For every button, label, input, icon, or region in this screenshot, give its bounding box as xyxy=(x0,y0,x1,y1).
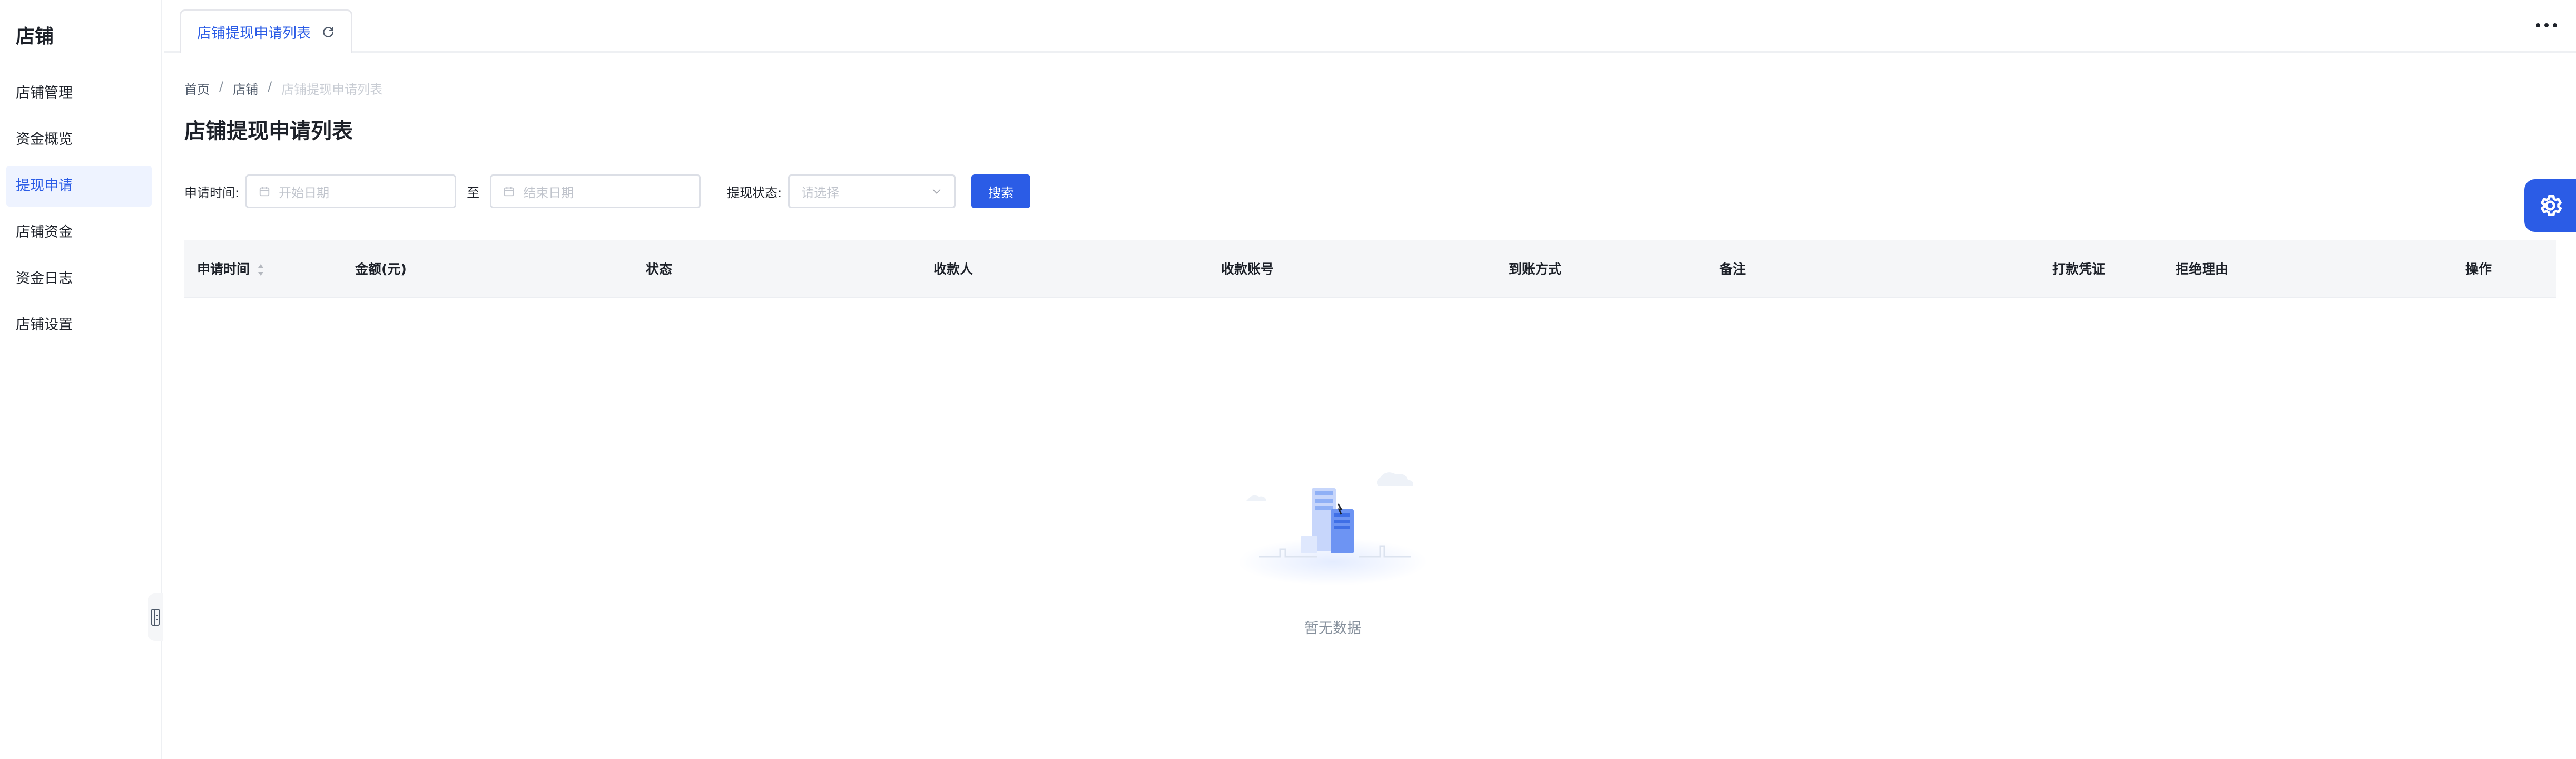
search-button[interactable]: 搜索 xyxy=(971,174,1031,208)
sidebar-item-shop-funds[interactable]: 店铺资金 xyxy=(6,212,152,253)
calendar-icon xyxy=(259,187,270,197)
sort-icon[interactable] xyxy=(257,263,264,277)
column-header-label: 申请时间 xyxy=(197,261,250,277)
tab-withdraw-list[interactable]: 店铺提现申请列表 xyxy=(180,9,352,53)
date-range-separator: 至 xyxy=(467,185,480,200)
sidebar-item-shop-settings[interactable]: 店铺设置 xyxy=(6,305,152,346)
breadcrumb-home[interactable]: 首页 xyxy=(184,79,210,98)
sidebar-collapse-toggle[interactable] xyxy=(148,593,163,641)
sidebar-menu: 店铺管理 资金概览 提现申请 店铺资金 资金日志 店铺设置 xyxy=(6,73,152,351)
filter-bar: 申请时间: 开始日期 至 结束日期 提现状态: 请选择 搜索 xyxy=(184,174,1031,209)
breadcrumb-separator: / xyxy=(268,79,272,94)
calendar-icon xyxy=(504,187,514,197)
gear-icon xyxy=(2541,195,2562,216)
sidebar-item-withdraw-request[interactable]: 提现申请 xyxy=(6,166,152,207)
start-date-placeholder: 开始日期 xyxy=(279,185,330,200)
column-header-account: 收款账号 xyxy=(1221,261,1274,277)
empty-text: 暂无数据 xyxy=(1304,620,1361,637)
collapse-icon xyxy=(151,609,160,626)
end-date-placeholder: 结束日期 xyxy=(523,185,574,200)
withdraw-table: 申请时间 金额(元) 状态 收款人 收款账号 到账方式 备注 打款凭证 拒绝理由… xyxy=(184,240,2556,298)
end-date-input[interactable]: 结束日期 xyxy=(490,174,701,208)
breadcrumb: 首页 / 店铺 / 店铺提现申请列表 xyxy=(184,79,382,98)
status-filter-label: 提现状态: xyxy=(727,185,782,200)
sidebar-brand: 店铺 xyxy=(16,26,54,47)
column-header-payee: 收款人 xyxy=(933,261,974,277)
refresh-icon[interactable] xyxy=(321,25,335,39)
sidebar: 店铺 店铺管理 资金概览 提现申请 店铺资金 资金日志 店铺设置 xyxy=(0,0,163,759)
status-select-placeholder: 请选择 xyxy=(801,185,840,200)
sidebar-item-fund-overview[interactable]: 资金概览 xyxy=(6,119,152,160)
column-header-remark: 备注 xyxy=(1719,261,1746,277)
breadcrumb-separator: / xyxy=(219,79,224,94)
start-date-input[interactable]: 开始日期 xyxy=(245,174,457,208)
column-header-reject-reason: 拒绝理由 xyxy=(2176,261,2229,277)
breadcrumb-current: 店铺提现申请列表 xyxy=(281,82,383,97)
page-title: 店铺提现申请列表 xyxy=(184,119,353,143)
column-header-status: 状态 xyxy=(646,261,673,277)
column-header-method: 到账方式 xyxy=(1509,261,1562,277)
sidebar-item-shop-management[interactable]: 店铺管理 xyxy=(6,73,152,114)
settings-fab[interactable] xyxy=(2524,179,2576,232)
column-header-voucher: 打款凭证 xyxy=(2052,261,2106,277)
status-select[interactable]: 请选择 xyxy=(788,174,956,208)
sidebar-item-fund-log[interactable]: 资金日志 xyxy=(6,258,152,299)
main-content: 首页 / 店铺 / 店铺提现申请列表 店铺提现申请列表 申请时间: 开始日期 至 xyxy=(184,53,2557,759)
column-header-amount: 金额(元) xyxy=(355,261,407,277)
empty-illustration xyxy=(1238,472,1428,586)
more-dots-icon[interactable] xyxy=(2536,19,2557,32)
empty-state: 暂无数据 xyxy=(1227,456,1438,637)
column-header-actions: 操作 xyxy=(2465,261,2492,277)
breadcrumb-shop[interactable]: 店铺 xyxy=(233,79,258,98)
chevron-down-icon xyxy=(932,189,941,194)
tab-bar: 店铺提现申请列表 xyxy=(164,0,2576,53)
date-filter-label: 申请时间: xyxy=(184,185,240,200)
tab-label: 店铺提现申请列表 xyxy=(197,25,311,42)
table-header: 申请时间 金额(元) 状态 收款人 收款账号 到账方式 备注 打款凭证 拒绝理由… xyxy=(184,240,2556,298)
column-header-apply-time[interactable]: 申请时间 xyxy=(197,240,264,298)
